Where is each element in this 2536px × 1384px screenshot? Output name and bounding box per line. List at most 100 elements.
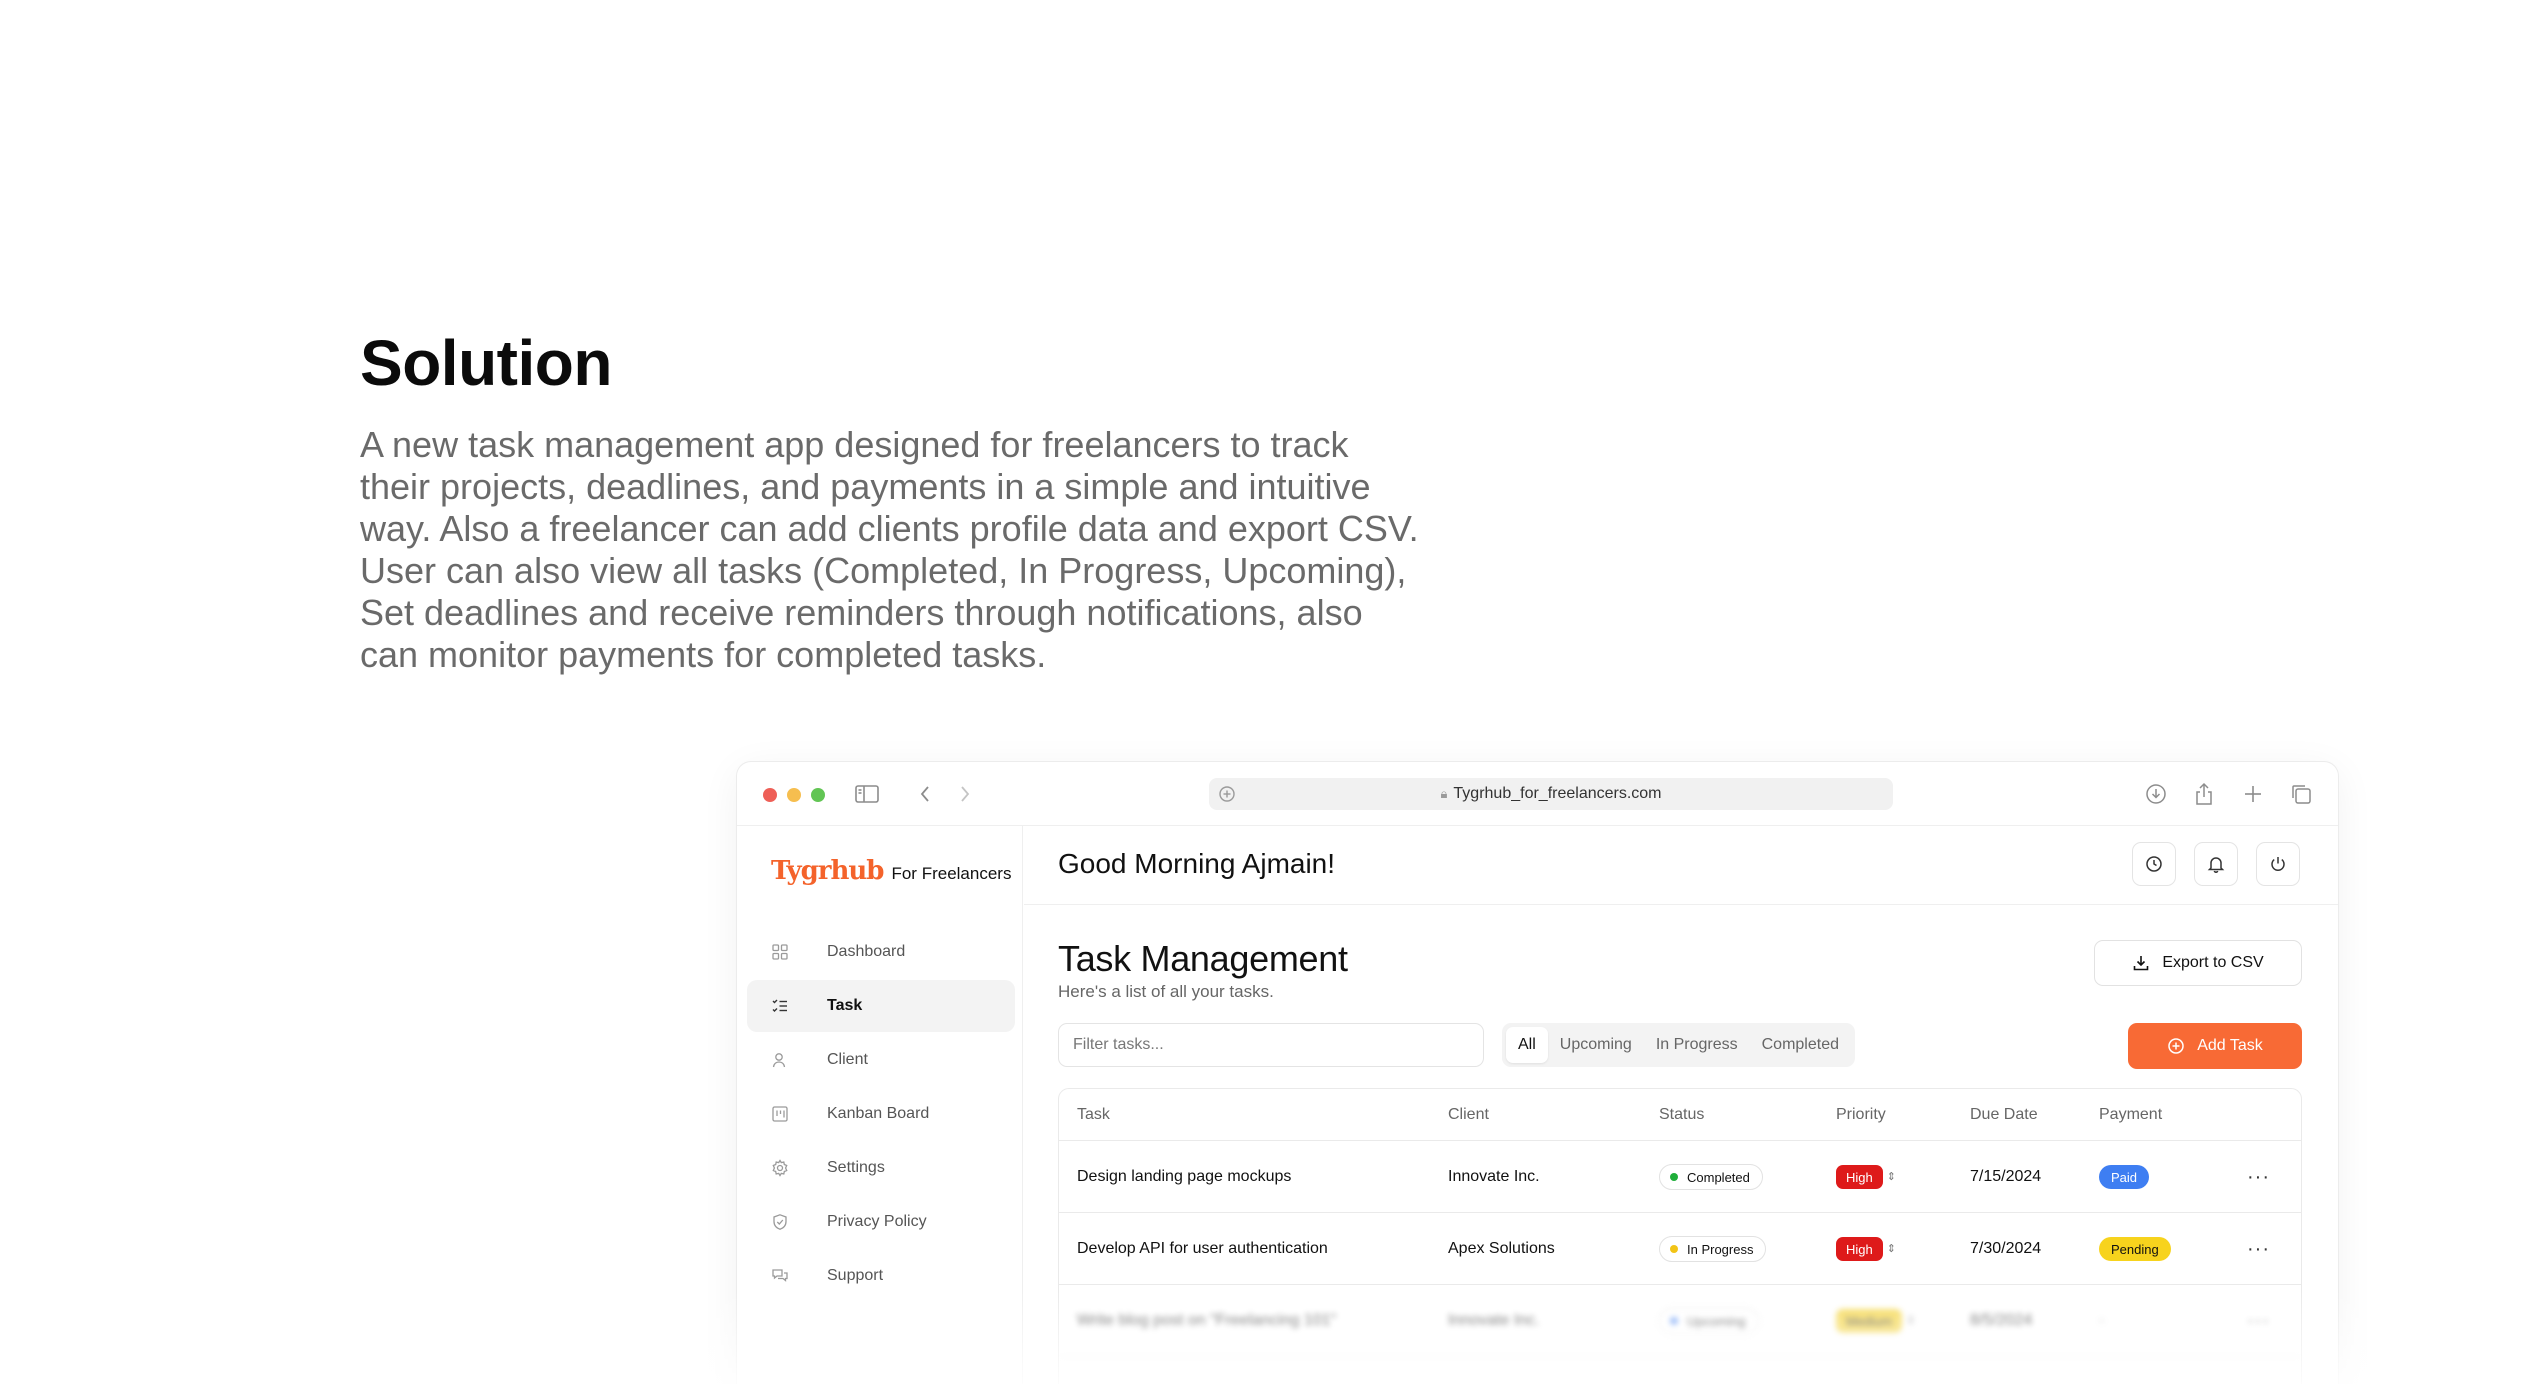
browser-window: 🔒︎ Tygrhub_for_freelancers.com Tygrhub Fo… <box>737 762 2338 1384</box>
status-cell: In Progress <box>1659 1213 1767 1285</box>
priority-cell[interactable]: High ⇕ <box>1836 1141 1896 1213</box>
maximize-window-button[interactable] <box>811 788 825 802</box>
row-actions-button[interactable]: ··· <box>2247 1285 2270 1357</box>
status-dot <box>1670 1317 1678 1325</box>
tab-overview-icon[interactable] <box>2287 780 2315 808</box>
sidebar-item-dashboard[interactable]: Dashboard <box>747 926 1015 978</box>
due-date: 7/15/2024 <box>1970 1168 2042 1185</box>
tab-upcoming[interactable]: Upcoming <box>1548 1027 1644 1063</box>
sidebar-item-task[interactable]: Task <box>747 980 1015 1032</box>
priority-cell[interactable]: Medium ⇕ <box>1836 1285 1915 1357</box>
back-icon[interactable] <box>911 780 939 808</box>
filter-tasks-input[interactable] <box>1058 1023 1484 1067</box>
client-name: Innovate Inc. <box>1448 1312 1540 1329</box>
column-header-priority[interactable]: Priority <box>1836 1089 1886 1141</box>
payment-cell: Pending <box>2099 1213 2171 1285</box>
sort-caret-icon: ⇕ <box>1886 1170 1896 1183</box>
table-row[interactable]: Write blog post on "Freelancing 101" Inn… <box>1059 1285 2301 1357</box>
forward-icon[interactable] <box>951 780 979 808</box>
page-subtitle: Here's a list of all your tasks. <box>1058 982 1274 1001</box>
close-window-button[interactable] <box>763 788 777 802</box>
status-label: Completed <box>1687 1169 1750 1185</box>
client-name: Innovate Inc. <box>1448 1168 1540 1185</box>
row-actions-button[interactable]: ··· <box>2247 1141 2270 1213</box>
sidebar-item-label: Privacy Policy <box>827 1213 927 1230</box>
status-badge: In Progress <box>1659 1236 1767 1262</box>
due-date: 8/5/2024 <box>1970 1312 2033 1329</box>
sidebar-item-label: Task <box>827 997 863 1014</box>
table-header: Task Client Status Priority Due Date Pay… <box>1059 1089 2301 1141</box>
sidebar-item-support[interactable]: Support <box>747 1250 1015 1302</box>
download-icon[interactable] <box>2142 780 2170 808</box>
plus-circle-icon <box>2168 1038 2184 1054</box>
sidebar-item-privacy-policy[interactable]: Privacy Policy <box>747 1196 1015 1248</box>
column-header-status[interactable]: Status <box>1659 1089 1704 1141</box>
table-row[interactable]: Develop API for user authentication Apex… <box>1059 1213 2301 1285</box>
minimize-window-button[interactable] <box>787 788 801 802</box>
address-bar[interactable]: 🔒︎ Tygrhub_for_freelancers.com <box>1209 778 1893 810</box>
history-button[interactable] <box>2132 842 2176 886</box>
grid-icon <box>772 944 788 960</box>
status-badge: Completed <box>1659 1164 1763 1190</box>
payment-badge: Paid <box>2099 1165 2150 1189</box>
tab-in-progress[interactable]: In Progress <box>1644 1027 1750 1063</box>
row-actions-button[interactable]: ··· <box>2247 1213 2270 1285</box>
download-icon <box>2134 956 2149 971</box>
hero-description: A new task management app designed for f… <box>360 424 1419 675</box>
sidebar-toggle-icon[interactable] <box>853 780 881 808</box>
priority-badge: High <box>1836 1165 1883 1189</box>
status-badge: Upcoming <box>1659 1308 1759 1334</box>
add-task-label: Add Task <box>2197 1037 2263 1054</box>
greeting: Good Morning Ajmain! <box>1058 848 1336 879</box>
status-dot <box>1670 1173 1678 1181</box>
column-header-payment[interactable]: Payment <box>2099 1089 2162 1141</box>
logout-button[interactable] <box>2256 842 2300 886</box>
priority-badge: Medium <box>1836 1309 1903 1333</box>
column-header-client[interactable]: Client <box>1448 1089 1489 1141</box>
task-name: Develop API for user authentication <box>1077 1240 1328 1257</box>
chat-icon <box>772 1269 788 1282</box>
sort-caret-icon: ⇕ <box>1906 1314 1916 1327</box>
task-list-icon <box>772 999 787 1012</box>
bell-icon <box>2207 857 2225 873</box>
table-row[interactable]: Design landing page mockups Innovate Inc… <box>1059 1141 2301 1213</box>
priority-cell[interactable]: High ⇕ <box>1836 1213 1896 1285</box>
lock-icon: 🔒︎ <box>1440 786 1448 801</box>
share-icon[interactable] <box>2190 780 2218 808</box>
sidebar-item-label: Client <box>827 1051 868 1068</box>
user-icon <box>772 1053 786 1068</box>
export-csv-button[interactable]: Export to CSV <box>2094 940 2302 986</box>
brand-logo: Tygrhub <box>771 856 884 886</box>
new-tab-icon[interactable] <box>2239 780 2267 808</box>
due-date: 7/30/2024 <box>1970 1240 2042 1257</box>
payment-cell: Paid <box>2099 1141 2150 1213</box>
url-text: Tygrhub_for_freelancers.com <box>1453 785 1662 802</box>
column-header-due-date[interactable]: Due Date <box>1970 1089 2038 1141</box>
sidebar-item-kanban-board[interactable]: Kanban Board <box>747 1088 1015 1140</box>
tasks-table: Task Client Status Priority Due Date Pay… <box>1058 1088 2302 1384</box>
page-title: Task Management <box>1058 938 1348 979</box>
add-task-button[interactable]: Add Task <box>2128 1023 2302 1069</box>
kanban-icon <box>772 1106 788 1122</box>
tab-completed[interactable]: Completed <box>1750 1027 1851 1063</box>
task-name: Design landing page mockups <box>1077 1168 1292 1185</box>
header-divider <box>1024 904 2338 905</box>
sidebar-item-settings[interactable]: Settings <box>747 1142 1015 1194</box>
notifications-button[interactable] <box>2194 842 2238 886</box>
power-icon <box>2271 857 2285 871</box>
browser-titlebar: 🔒︎ Tygrhub_for_freelancers.com <box>737 762 2338 826</box>
brand[interactable]: Tygrhub For Freelancers <box>771 856 1011 886</box>
hero-title: Solution <box>360 327 612 399</box>
sidebar-item-client[interactable]: Client <box>747 1034 1015 1086</box>
clock-icon <box>2146 856 2162 872</box>
sidebar-item-label: Kanban Board <box>827 1105 930 1122</box>
status-cell: Completed <box>1659 1141 1763 1213</box>
shield-icon <box>773 1214 787 1230</box>
status-tabs: All Upcoming In Progress Completed <box>1502 1023 1855 1067</box>
tab-all[interactable]: All <box>1506 1027 1548 1063</box>
status-label: In Progress <box>1687 1241 1754 1257</box>
status-label: Upcoming <box>1687 1313 1746 1329</box>
column-header-task[interactable]: Task <box>1077 1089 1110 1141</box>
payment-cell: - <box>2099 1312 2105 1329</box>
priority-badge: High <box>1836 1237 1883 1261</box>
